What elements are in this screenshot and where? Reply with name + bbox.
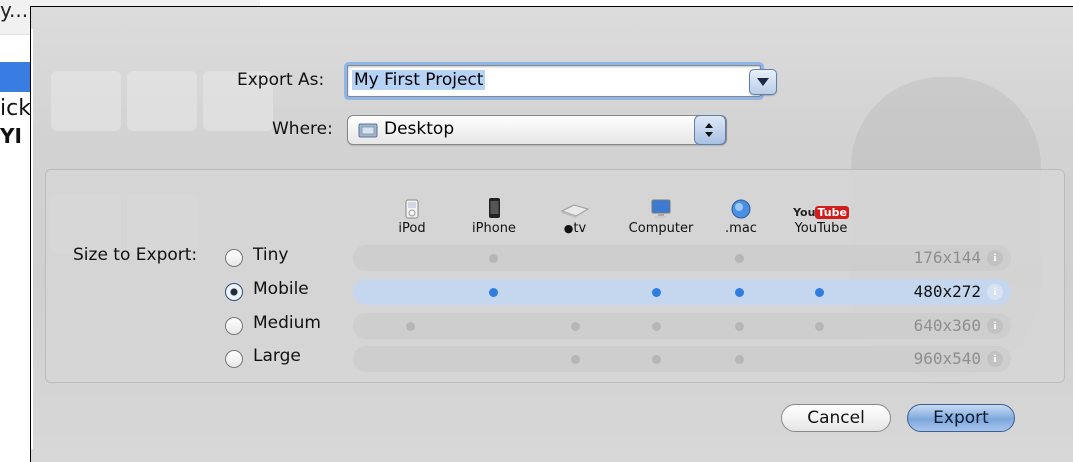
compat-dot (489, 254, 498, 263)
cancel-button[interactable]: Cancel (781, 404, 891, 432)
compat-dot (735, 355, 744, 364)
where-label: Where: (272, 119, 333, 139)
compat-dot (735, 254, 744, 263)
ghost-thumbnail (51, 71, 121, 131)
radio-large[interactable] (225, 350, 243, 368)
size-label-mobile[interactable]: Mobile (253, 279, 309, 299)
export-as-value: My First Project (352, 70, 486, 90)
compat-dot (735, 288, 744, 297)
background-text: ick (0, 96, 31, 121)
device-name: tv (573, 221, 587, 236)
up-down-arrows-icon (705, 123, 713, 137)
compat-dot (652, 355, 661, 364)
size-row-mobile[interactable]: 480x272 i (353, 279, 1011, 305)
radio-mobile[interactable] (225, 283, 243, 301)
device-name: YouTube (794, 221, 848, 236)
ghost-thumbnail (127, 71, 197, 131)
where-popup[interactable]: Desktop (347, 115, 727, 145)
sheet-edge (31, 29, 33, 449)
export-button[interactable]: Export (907, 404, 1015, 432)
where-value: Desktop (384, 119, 455, 139)
background-menu-item: y... (0, 0, 29, 22)
compat-dot (735, 322, 744, 331)
dotmac-icon (731, 199, 751, 219)
info-icon[interactable]: i (987, 351, 1003, 367)
compat-dot (571, 355, 580, 364)
youtube-icon: You Tube (771, 197, 871, 219)
size-row-large[interactable]: 960x540 i (353, 346, 1011, 372)
ipod-icon (405, 199, 419, 219)
triangle-down-icon (757, 78, 769, 86)
compat-dot (652, 322, 661, 331)
size-row-tiny[interactable]: 176x144 i (353, 245, 1011, 271)
popup-arrows (694, 115, 726, 145)
size-label-tiny[interactable]: Tiny (253, 245, 288, 265)
export-as-label: Export As: (237, 70, 325, 90)
folder-icon (358, 123, 378, 138)
background-text: YI (0, 124, 22, 148)
export-as-field[interactable]: My First Project (347, 65, 761, 97)
device-column-apple-tv: ●tv (525, 197, 625, 236)
size-label-medium[interactable]: Medium (253, 313, 321, 333)
info-icon[interactable]: i (987, 250, 1003, 266)
compat-dot (406, 322, 415, 331)
computer-icon (651, 199, 671, 218)
size-row-medium[interactable]: 640x360 i (353, 313, 1011, 339)
resolution-text: 960x540 (913, 349, 981, 368)
radio-medium[interactable] (225, 317, 243, 335)
resolution-text: 480x272 (913, 282, 981, 301)
expand-browser-button[interactable] (749, 69, 777, 95)
compat-dot (489, 288, 498, 297)
apple-tv-icon (560, 204, 590, 218)
compat-dot (815, 322, 824, 331)
info-icon[interactable]: i (987, 284, 1003, 300)
compat-dot (815, 288, 824, 297)
iphone-icon (488, 198, 500, 218)
resolution-text: 640x360 (913, 316, 981, 335)
compat-dot (652, 288, 661, 297)
size-label-large[interactable]: Large (253, 346, 301, 366)
youtube-logo-text: Tube (815, 206, 849, 219)
export-sheet: Export As: My First Project Where: Deskt… (30, 6, 1073, 462)
info-icon[interactable]: i (987, 318, 1003, 334)
resolution-text: 176x144 (913, 248, 981, 267)
device-column-youtube: You Tube YouTube (771, 197, 871, 236)
compat-dot (571, 322, 580, 331)
radio-tiny[interactable] (225, 249, 243, 267)
youtube-logo-text: You (793, 206, 816, 219)
size-to-export-label: Size to Export: (73, 245, 198, 265)
